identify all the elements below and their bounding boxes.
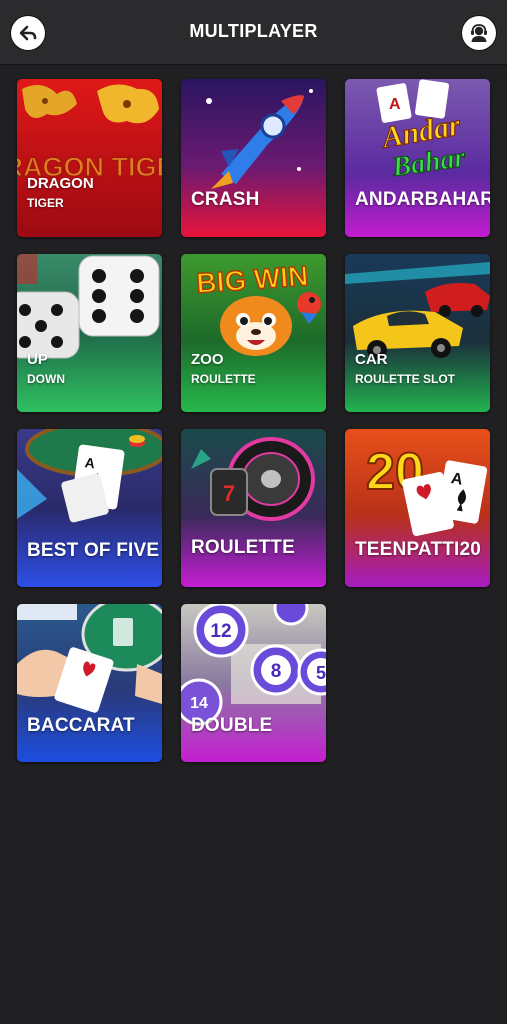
game-label-line1: CAR: [355, 351, 388, 368]
game-label-line1: ANDARBAHAR: [355, 189, 490, 210]
game-tile-best-of-five[interactable]: A BEST OF FIVE: [17, 429, 162, 587]
roulette-wheel-artwork: 7: [181, 429, 326, 587]
game-label-line1: DOUBLE: [191, 715, 273, 736]
game-tile-car-roulette-slot[interactable]: CAR ROULETTE SLOT: [345, 254, 490, 412]
page-title: MULTIPLAYER: [189, 21, 318, 41]
baccarat-artwork: [17, 604, 162, 762]
game-label-line1: ZOO: [191, 351, 224, 368]
svg-text:5: 5: [316, 663, 326, 683]
svg-text:A: A: [389, 96, 401, 113]
game-label-line2: DOWN: [27, 372, 65, 386]
game-tile-zoo-roulette[interactable]: BIG WIN ZOO ROULETTE: [181, 254, 326, 412]
up-down-dice-artwork: [17, 254, 162, 412]
game-label-line1: BACCARAT: [27, 715, 135, 736]
support-button[interactable]: [462, 16, 496, 50]
svg-text:12: 12: [210, 621, 231, 642]
game-label-line1: ROULETTE: [191, 537, 295, 558]
game-tile-dragon-tiger[interactable]: DRAGON TIGER DRAGON TIGER: [17, 79, 162, 237]
game-label-line1: CRASH: [191, 189, 260, 210]
game-tile-roulette[interactable]: 7 ROULETTE: [181, 429, 326, 587]
teenpatti20-artwork: 20 A: [345, 429, 490, 587]
game-tile-double[interactable]: 12 8 5 14 DOUBLE: [181, 604, 326, 762]
game-label-line1: BEST OF FIVE: [27, 540, 160, 561]
double-bingo-balls-artwork: 12 8 5 14: [181, 604, 326, 762]
game-label-line2: ROULETTE: [191, 372, 256, 386]
best-of-five-cards-artwork: A: [17, 429, 162, 587]
andarbahar-artwork: A Andar Bahar: [345, 79, 490, 237]
game-label-line1: DRAGON: [27, 175, 94, 192]
game-label-line2: ROULETTE SLOT: [355, 372, 455, 386]
game-tile-crash[interactable]: CRASH: [181, 79, 326, 237]
game-label-line1: UP: [27, 351, 48, 368]
support-agent-icon: [471, 24, 487, 42]
dragon-tiger-artwork: DRAGON TIGER: [17, 79, 162, 237]
svg-text:8: 8: [271, 661, 282, 682]
top-bar: MULTIPLAYER: [0, 0, 507, 65]
game-tile-up-down[interactable]: UP DOWN: [17, 254, 162, 412]
game-tile-andarbahar[interactable]: A Andar Bahar ANDARBAHAR: [345, 79, 490, 237]
game-label-line1: TEENPATTI20: [355, 539, 482, 560]
crash-rocket-artwork: [181, 79, 326, 237]
game-tile-baccarat[interactable]: BACCARAT: [17, 604, 162, 762]
svg-text:7: 7: [223, 481, 235, 506]
game-label-line2: TIGER: [27, 196, 64, 210]
game-tile-teenpatti20[interactable]: 20 A TEENPATTI20: [345, 429, 490, 587]
zoo-roulette-tiger-artwork: BIG WIN: [181, 254, 326, 412]
car-roulette-artwork: [345, 254, 490, 412]
svg-text:14: 14: [190, 695, 208, 712]
